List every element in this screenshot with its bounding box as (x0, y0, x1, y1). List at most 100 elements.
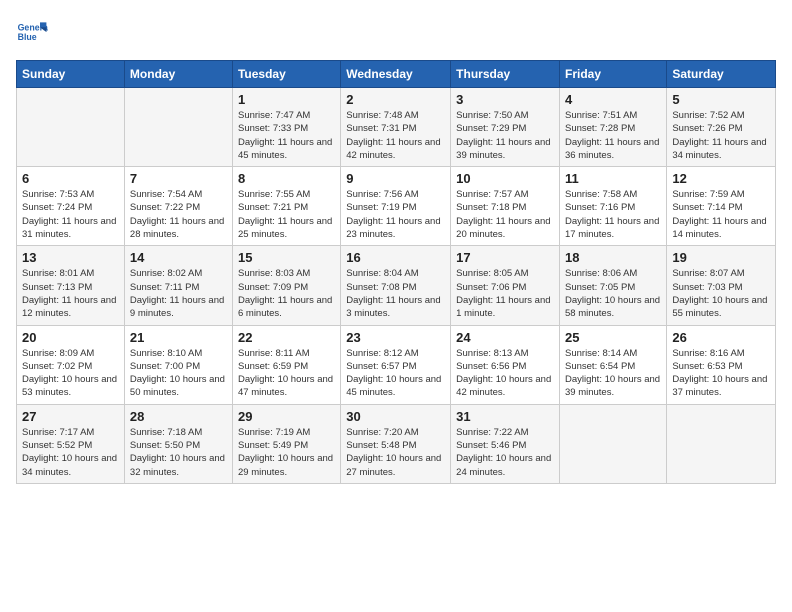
col-header-friday: Friday (560, 61, 667, 88)
week-row-4: 20Sunrise: 8:09 AM Sunset: 7:02 PM Dayli… (17, 325, 776, 404)
day-cell: 28 Sunrise: 7:18 AM Sunset: 5:50 PM Dayli… (124, 404, 232, 483)
day-cell (124, 88, 232, 167)
day-cell: 3 Sunrise: 7:50 AM Sunset: 7:29 PM Daylig… (451, 88, 560, 167)
day-number: 7 (130, 171, 227, 186)
day-detail: Sunrise: 7:52 AM Sunset: 7:26 PM Dayligh… (672, 109, 770, 162)
week-row-5: 27 Sunrise: 7:17 AM Sunset: 5:52 PM Dayli… (17, 404, 776, 483)
day-number: 5 (672, 92, 770, 107)
day-cell: 17 Sunrise: 8:05 AM Sunset: 7:06 PM Dayli… (451, 246, 560, 325)
col-header-sunday: Sunday (17, 61, 125, 88)
day-cell: 2 Sunrise: 7:48 AM Sunset: 7:31 PM Daylig… (341, 88, 451, 167)
day-detail: Sunrise: 8:06 AM Sunset: 7:05 PM Dayligh… (565, 267, 661, 320)
day-cell: 25 Sunrise: 8:14 AM Sunset: 6:54 PM Dayli… (560, 325, 667, 404)
day-cell (667, 404, 776, 483)
week-row-2: 6Sunrise: 7:53 AM Sunset: 7:24 PM Daylig… (17, 167, 776, 246)
day-number: 9 (346, 171, 445, 186)
day-number: 4 (565, 92, 661, 107)
day-cell: 20Sunrise: 8:09 AM Sunset: 7:02 PM Dayli… (17, 325, 125, 404)
day-detail: Sunrise: 7:51 AM Sunset: 7:28 PM Dayligh… (565, 109, 661, 162)
day-cell: 23 Sunrise: 8:12 AM Sunset: 6:57 PM Dayli… (341, 325, 451, 404)
day-number: 22 (238, 330, 335, 345)
day-cell: 15 Sunrise: 8:03 AM Sunset: 7:09 PM Dayli… (232, 246, 340, 325)
day-number: 27 (22, 409, 119, 424)
day-cell: 4 Sunrise: 7:51 AM Sunset: 7:28 PM Daylig… (560, 88, 667, 167)
day-detail: Sunrise: 7:22 AM Sunset: 5:46 PM Dayligh… (456, 426, 554, 479)
day-number: 25 (565, 330, 661, 345)
day-detail: Sunrise: 8:13 AM Sunset: 6:56 PM Dayligh… (456, 347, 554, 400)
day-cell: 22 Sunrise: 8:11 AM Sunset: 6:59 PM Dayli… (232, 325, 340, 404)
day-number: 30 (346, 409, 445, 424)
day-number: 29 (238, 409, 335, 424)
day-detail: Sunrise: 7:53 AM Sunset: 7:24 PM Dayligh… (22, 188, 119, 241)
day-detail: Sunrise: 8:04 AM Sunset: 7:08 PM Dayligh… (346, 267, 445, 320)
day-cell: 27 Sunrise: 7:17 AM Sunset: 5:52 PM Dayli… (17, 404, 125, 483)
day-number: 3 (456, 92, 554, 107)
col-header-tuesday: Tuesday (232, 61, 340, 88)
day-cell: 12 Sunrise: 7:59 AM Sunset: 7:14 PM Dayli… (667, 167, 776, 246)
day-detail: Sunrise: 7:59 AM Sunset: 7:14 PM Dayligh… (672, 188, 770, 241)
day-number: 11 (565, 171, 661, 186)
week-row-3: 13Sunrise: 8:01 AM Sunset: 7:13 PM Dayli… (17, 246, 776, 325)
day-cell: 31 Sunrise: 7:22 AM Sunset: 5:46 PM Dayli… (451, 404, 560, 483)
calendar-table: SundayMondayTuesdayWednesdayThursdayFrid… (16, 60, 776, 484)
day-detail: Sunrise: 7:18 AM Sunset: 5:50 PM Dayligh… (130, 426, 227, 479)
col-header-saturday: Saturday (667, 61, 776, 88)
day-cell: 10Sunrise: 7:57 AM Sunset: 7:18 PM Dayli… (451, 167, 560, 246)
day-number: 17 (456, 250, 554, 265)
day-detail: Sunrise: 7:19 AM Sunset: 5:49 PM Dayligh… (238, 426, 335, 479)
logo-icon: General Blue (16, 16, 48, 48)
day-detail: Sunrise: 8:07 AM Sunset: 7:03 PM Dayligh… (672, 267, 770, 320)
day-detail: Sunrise: 8:11 AM Sunset: 6:59 PM Dayligh… (238, 347, 335, 400)
day-detail: Sunrise: 7:48 AM Sunset: 7:31 PM Dayligh… (346, 109, 445, 162)
day-cell: 21 Sunrise: 8:10 AM Sunset: 7:00 PM Dayli… (124, 325, 232, 404)
logo: General Blue (16, 16, 52, 48)
day-cell: 6Sunrise: 7:53 AM Sunset: 7:24 PM Daylig… (17, 167, 125, 246)
day-number: 16 (346, 250, 445, 265)
day-number: 23 (346, 330, 445, 345)
day-number: 26 (672, 330, 770, 345)
day-detail: Sunrise: 7:20 AM Sunset: 5:48 PM Dayligh… (346, 426, 445, 479)
day-number: 24 (456, 330, 554, 345)
day-cell: 24 Sunrise: 8:13 AM Sunset: 6:56 PM Dayli… (451, 325, 560, 404)
page-header: General Blue (16, 16, 776, 48)
day-detail: Sunrise: 8:03 AM Sunset: 7:09 PM Dayligh… (238, 267, 335, 320)
day-detail: Sunrise: 7:57 AM Sunset: 7:18 PM Dayligh… (456, 188, 554, 241)
day-cell: 7 Sunrise: 7:54 AM Sunset: 7:22 PM Daylig… (124, 167, 232, 246)
day-detail: Sunrise: 8:01 AM Sunset: 7:13 PM Dayligh… (22, 267, 119, 320)
day-detail: Sunrise: 7:17 AM Sunset: 5:52 PM Dayligh… (22, 426, 119, 479)
day-detail: Sunrise: 8:16 AM Sunset: 6:53 PM Dayligh… (672, 347, 770, 400)
day-detail: Sunrise: 8:12 AM Sunset: 6:57 PM Dayligh… (346, 347, 445, 400)
day-detail: Sunrise: 7:56 AM Sunset: 7:19 PM Dayligh… (346, 188, 445, 241)
day-number: 28 (130, 409, 227, 424)
day-cell: 16 Sunrise: 8:04 AM Sunset: 7:08 PM Dayli… (341, 246, 451, 325)
day-detail: Sunrise: 8:14 AM Sunset: 6:54 PM Dayligh… (565, 347, 661, 400)
day-cell: 11 Sunrise: 7:58 AM Sunset: 7:16 PM Dayli… (560, 167, 667, 246)
day-cell: 13Sunrise: 8:01 AM Sunset: 7:13 PM Dayli… (17, 246, 125, 325)
day-detail: Sunrise: 7:58 AM Sunset: 7:16 PM Dayligh… (565, 188, 661, 241)
day-number: 15 (238, 250, 335, 265)
day-detail: Sunrise: 8:09 AM Sunset: 7:02 PM Dayligh… (22, 347, 119, 400)
day-cell: 14Sunrise: 8:02 AM Sunset: 7:11 PM Dayli… (124, 246, 232, 325)
week-row-1: 1Sunrise: 7:47 AM Sunset: 7:33 PM Daylig… (17, 88, 776, 167)
header-row: SundayMondayTuesdayWednesdayThursdayFrid… (17, 61, 776, 88)
day-number: 19 (672, 250, 770, 265)
col-header-monday: Monday (124, 61, 232, 88)
day-number: 31 (456, 409, 554, 424)
day-number: 2 (346, 92, 445, 107)
day-detail: Sunrise: 8:05 AM Sunset: 7:06 PM Dayligh… (456, 267, 554, 320)
day-detail: Sunrise: 7:50 AM Sunset: 7:29 PM Dayligh… (456, 109, 554, 162)
col-header-thursday: Thursday (451, 61, 560, 88)
day-detail: Sunrise: 7:55 AM Sunset: 7:21 PM Dayligh… (238, 188, 335, 241)
day-cell: 19 Sunrise: 8:07 AM Sunset: 7:03 PM Dayli… (667, 246, 776, 325)
day-number: 8 (238, 171, 335, 186)
day-cell: 1Sunrise: 7:47 AM Sunset: 7:33 PM Daylig… (232, 88, 340, 167)
day-cell: 18 Sunrise: 8:06 AM Sunset: 7:05 PM Dayli… (560, 246, 667, 325)
day-cell: 9 Sunrise: 7:56 AM Sunset: 7:19 PM Daylig… (341, 167, 451, 246)
day-number: 21 (130, 330, 227, 345)
day-number: 18 (565, 250, 661, 265)
day-number: 12 (672, 171, 770, 186)
day-cell (17, 88, 125, 167)
day-detail: Sunrise: 7:54 AM Sunset: 7:22 PM Dayligh… (130, 188, 227, 241)
day-detail: Sunrise: 8:10 AM Sunset: 7:00 PM Dayligh… (130, 347, 227, 400)
day-detail: Sunrise: 8:02 AM Sunset: 7:11 PM Dayligh… (130, 267, 227, 320)
